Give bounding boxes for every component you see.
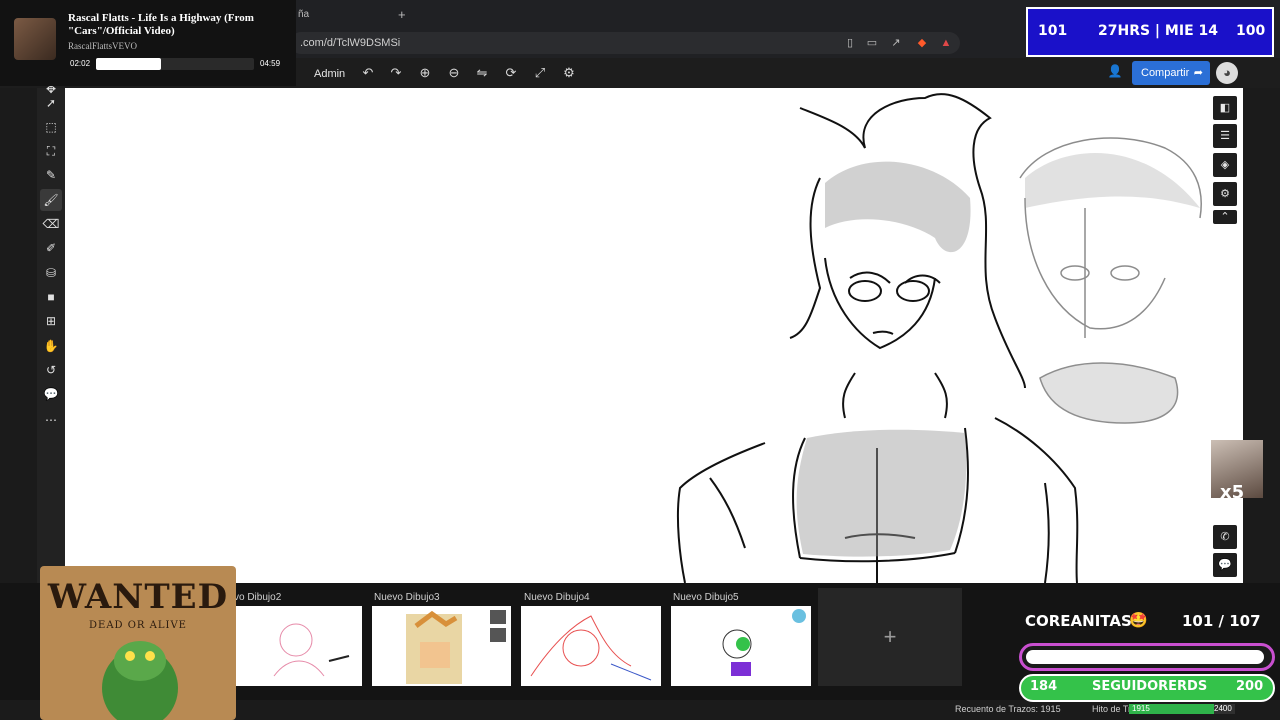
follower-target: 200 [1236,679,1264,694]
tool-rotate-icon[interactable]: ↺ [40,359,62,381]
fullscreen-icon[interactable]: ⤢ [531,64,549,82]
chat-icon[interactable]: 💬 [1213,553,1237,577]
goal-bar-fill [1026,650,1264,664]
tool-transform-icon[interactable]: ⛶ [40,140,62,162]
collapse-icon[interactable]: ⌃ [1213,210,1237,224]
brave-shield-icon[interactable]: ◆ [916,37,928,49]
user-avatar[interactable]: ◕ [1216,62,1238,84]
canvas-settings-icon[interactable]: ⚙ [560,64,578,82]
thumbnail-dibujo3[interactable] [372,606,511,686]
song-title: Rascal Flatts - Life Is a Highway (From … [68,12,254,37]
tool-more-icon[interactable]: ⋯ [40,409,62,431]
goal-count: 101 / 107 [1182,612,1261,630]
follower-current: 184 [1030,679,1058,694]
thumbnail-label[interactable]: Nuevo Dibujo4 [524,592,590,603]
tool-hand-icon[interactable]: ✋ [40,335,62,357]
add-user-icon[interactable]: 👤 [1106,64,1124,82]
follower-goal-name: SEGUIDORERDS [1092,679,1208,694]
undo-icon[interactable]: ↶ [359,64,377,82]
redo-icon[interactable]: ↷ [387,64,405,82]
share-button[interactable]: Compartir ➦ [1132,61,1210,85]
rotate-icon[interactable]: ⟳ [502,64,520,82]
goal-label: COREANITAS [1025,612,1132,630]
wanted-subtitle: DEAD OR ALIVE [89,620,187,631]
thumbnail-label[interactable]: Nuevo Dibujo3 [374,592,440,603]
new-drawing-button[interactable]: + [818,588,962,686]
brave-rewards-icon[interactable]: ▲ [940,37,952,49]
thumbnail-dibujo2[interactable] [234,606,362,686]
tool-add-icon[interactable]: ⊞ [40,310,62,332]
tool-select-icon[interactable]: ⬚ [40,116,62,138]
brush-panel-icon[interactable]: ☰ [1213,124,1237,148]
song-progress-fill [96,58,161,70]
zoom-out-icon[interactable]: ⊖ [445,64,463,82]
thumbnail-dibujo5[interactable] [671,606,811,686]
album-art [14,18,56,60]
share-arrow-icon: ➦ [1193,67,1203,79]
sketch-shading [796,161,971,557]
settings-icon[interactable]: ⚙ [1213,182,1237,206]
install-icon[interactable]: ▭ [866,37,878,49]
thumbnail-dibujo4[interactable] [521,606,661,686]
share-page-icon[interactable]: ↗ [890,37,902,49]
tool-pointer-icon[interactable]: ➚ [40,92,62,114]
smiley-icon: 🤩 [1129,612,1148,629]
admin-label[interactable]: Admin [314,68,345,80]
thumbnail-label[interactable]: vo Dibujo2 [234,592,281,603]
url-text[interactable]: .com/d/TclW9DSMSi [300,37,400,49]
share-label: Compartir [1141,67,1190,79]
stream-left-count: 101 [1038,23,1068,39]
tool-fill-icon[interactable]: ⛁ [40,262,62,284]
color-swatch-icon[interactable]: ◧ [1213,96,1237,120]
cam-multiplier: x5 [1220,482,1245,503]
drawing-canvas[interactable] [65,88,1243,583]
flip-icon[interactable]: ⇋ [473,64,491,82]
tool-smudge-icon[interactable]: ✐ [40,237,62,259]
milestone-current: 1915 [1132,704,1150,713]
new-tab-button[interactable]: + [398,7,406,22]
tool-brush-icon[interactable]: 🖌 [40,189,62,211]
tool-eraser-icon[interactable]: ⌫ [40,213,62,235]
tool-shape-icon[interactable]: ■ [40,286,62,308]
song-current-time: 02:02 [70,59,91,68]
sketch-drawing [676,93,1202,583]
stroke-count: Recuento de Trazos: 1915 [955,704,1061,714]
tool-comment-icon[interactable]: 💬 [40,383,62,405]
song-artist: RascalFlattsVEVO [68,41,137,51]
browser-tab-label[interactable]: ña [298,9,309,20]
call-icon[interactable]: ✆ [1213,525,1237,549]
clipboard-icon[interactable]: ▯ [844,37,856,49]
stream-time-label: 27HRS | MIE 14 [1098,23,1218,39]
stream-right-count: 100 [1236,23,1266,39]
song-total-time: 04:59 [260,59,281,68]
layers-icon[interactable]: ◈ [1213,153,1237,177]
zoom-in-icon[interactable]: ⊕ [416,64,434,82]
tool-eyedropper-icon[interactable]: ✎ [40,164,62,186]
wanted-title: WANTED [47,577,229,617]
milestone-target: 2400 [1214,704,1232,713]
thumbnail-label[interactable]: Nuevo Dibujo5 [673,592,739,603]
